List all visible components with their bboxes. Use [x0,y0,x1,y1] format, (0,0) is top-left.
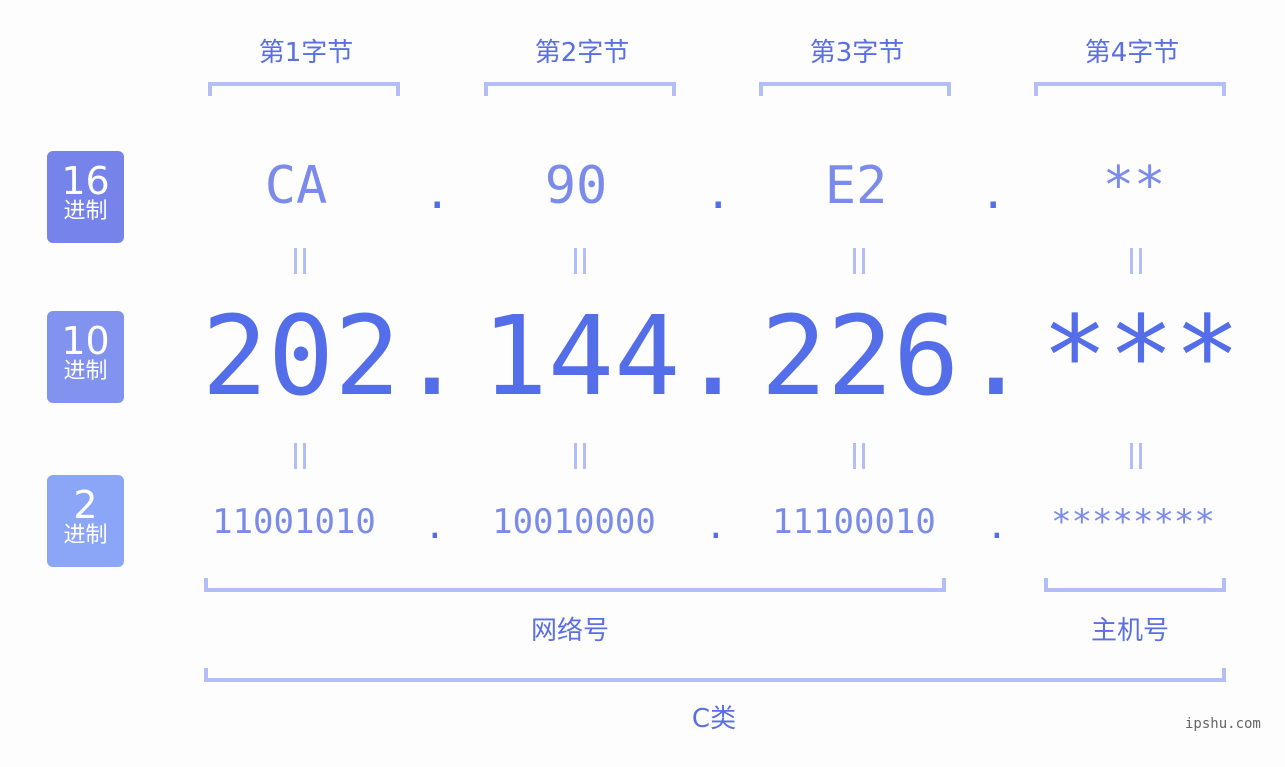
binary-badge: 2 进制 [47,475,124,567]
hex-byte-3: E2 [824,156,888,216]
byte-1-title: 第1字节 [258,38,354,68]
host-bracket [1044,578,1226,592]
byte-3-bracket [759,82,951,96]
equals-sign [1126,443,1146,469]
decimal-separator: . [398,292,466,420]
binary-separator: . [986,506,1008,547]
binary-byte-3: 11100010 [772,502,936,542]
hex-byte-2: 90 [544,156,608,216]
equals-sign [290,248,310,274]
decimal-badge: 10 进制 [47,311,124,403]
class-bracket [204,668,1226,682]
hex-separator: . [424,168,451,219]
byte-1-bracket [208,82,400,96]
class-label: C类 [691,704,737,734]
equals-sign [1126,248,1146,274]
watermark: ipshu.com [1185,716,1261,732]
binary-separator: . [424,506,446,547]
equals-sign [570,248,590,274]
binary-byte-1: 11001010 [212,502,376,542]
byte-2-bracket [484,82,676,96]
binary-badge-unit: 进制 [63,523,108,548]
byte-3-title: 第3字节 [809,38,905,68]
equals-sign [849,248,869,274]
binary-badge-number: 2 [73,483,98,527]
hex-badge-unit: 进制 [63,199,108,224]
binary-separator: . [705,506,727,547]
decimal-separator: . [962,292,1030,420]
decimal-separator: . [679,292,747,420]
hex-byte-1: CA [264,156,328,216]
equals-sign [570,443,590,469]
decimal-badge-unit: 进制 [63,359,108,384]
hex-badge-number: 16 [61,159,110,203]
byte-4-bracket [1034,82,1226,96]
byte-2-title: 第2字节 [534,38,630,68]
equals-sign [290,443,310,469]
host-label: 主机号 [1090,616,1169,646]
equals-sign [849,443,869,469]
network-bracket [204,578,946,592]
binary-byte-4: ******** [1051,502,1215,542]
byte-4-title: 第4字节 [1084,38,1180,68]
hex-badge: 16 进制 [47,151,124,243]
binary-byte-2: 10010000 [492,502,656,542]
hex-separator: . [980,168,1007,219]
network-label: 网络号 [530,616,609,646]
hex-byte-4: ** [1102,156,1166,216]
hex-separator: . [705,168,732,219]
decimal-badge-number: 10 [61,319,110,363]
